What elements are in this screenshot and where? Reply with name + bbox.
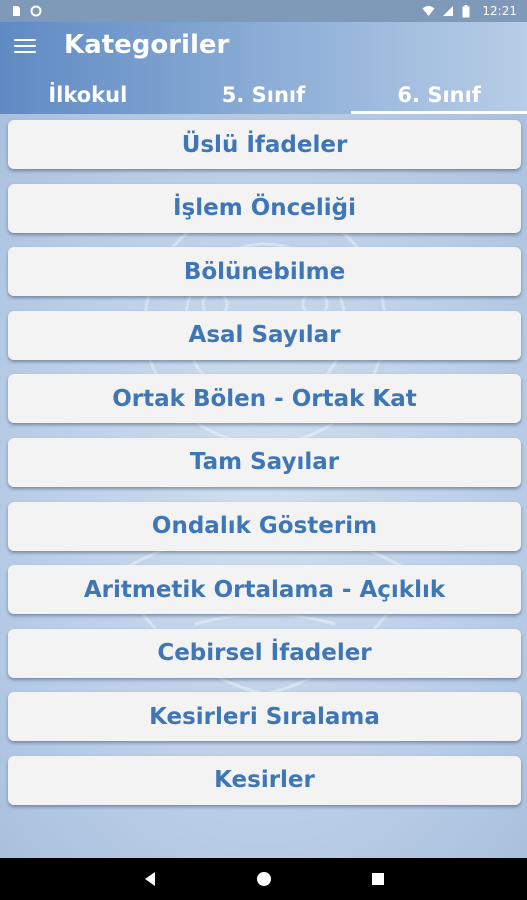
signal-icon (442, 5, 454, 17)
navigation-bar (0, 858, 527, 900)
back-icon[interactable] (135, 864, 165, 894)
category-button[interactable]: Asal Sayılar (8, 310, 521, 360)
category-button[interactable]: Aritmetik Ortalama - Açıklık (8, 565, 521, 615)
sd-card-icon (10, 5, 22, 17)
category-button[interactable]: Bölünebilme (8, 247, 521, 297)
status-time: 12:21 (482, 4, 517, 18)
home-icon[interactable] (249, 864, 279, 894)
page-title: Kategoriler (64, 30, 230, 60)
category-button[interactable]: İşlem Önceliği (8, 183, 521, 233)
category-button[interactable]: Kesirleri Sıralama (8, 692, 521, 742)
menu-icon[interactable] (14, 36, 36, 56)
app-bar: Kategoriler İlkokul 5. Sınıf 6. Sınıf (0, 22, 527, 114)
category-button[interactable]: Ortak Bölen - Ortak Kat (8, 374, 521, 424)
tab-ilkokul[interactable]: İlkokul (0, 76, 176, 114)
category-button[interactable]: Üslü İfadeler (8, 120, 521, 169)
category-button[interactable]: Kesirler (8, 755, 521, 805)
sync-icon (30, 5, 42, 17)
category-button[interactable]: Ondalık Gösterim (8, 501, 521, 551)
status-bar: 12:21 (0, 0, 527, 22)
recents-icon[interactable] (363, 864, 393, 894)
battery-icon (462, 5, 474, 18)
wifi-icon (422, 5, 435, 17)
category-button[interactable]: Cebirsel İfadeler (8, 628, 521, 678)
tab-5-sinif[interactable]: 5. Sınıf (176, 76, 352, 114)
tab-bar: İlkokul 5. Sınıf 6. Sınıf (0, 76, 527, 114)
category-button[interactable]: Tam Sayılar (8, 437, 521, 487)
category-list: Üslü İfadeler İşlem Önceliği Bölünebilme… (8, 120, 521, 820)
tab-6-sinif[interactable]: 6. Sınıf (351, 76, 527, 114)
category-list-area[interactable]: Üslü İfadeler İşlem Önceliği Bölünebilme… (0, 114, 527, 858)
